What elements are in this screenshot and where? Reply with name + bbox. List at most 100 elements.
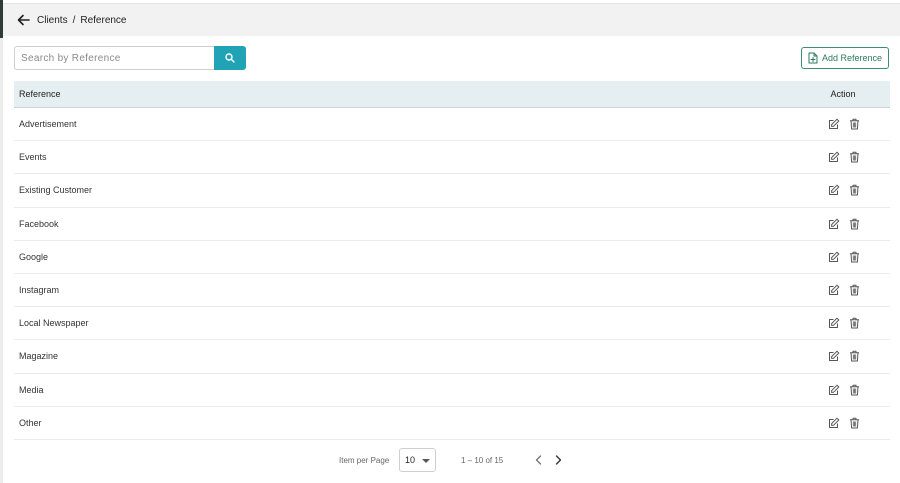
edit-icon (828, 151, 840, 163)
edit-icon (828, 350, 840, 362)
edit-button[interactable] (828, 350, 840, 362)
delete-button[interactable] (848, 350, 860, 362)
edit-button[interactable] (828, 251, 840, 263)
reference-name: Events (19, 152, 47, 163)
edit-button[interactable] (828, 384, 840, 396)
pagination-range: 1 – 10 of 15 (461, 455, 504, 465)
next-page-button[interactable] (552, 452, 564, 468)
breadcrumb-separator: / (72, 14, 76, 26)
delete-button[interactable] (848, 118, 860, 130)
edit-button[interactable] (828, 417, 840, 429)
reference-name: Local Newspaper (19, 318, 89, 329)
row-actions (810, 218, 890, 230)
delete-button[interactable] (848, 417, 860, 429)
trash-icon (849, 151, 860, 163)
row-actions (810, 317, 890, 329)
items-per-page-value: 10 (405, 455, 416, 465)
back-button[interactable] (13, 10, 33, 30)
items-per-page-label: Item per Page (339, 455, 390, 465)
delete-button[interactable] (848, 384, 860, 396)
delete-button[interactable] (848, 317, 860, 329)
reference-name: Media (19, 384, 44, 395)
search-input[interactable] (14, 46, 214, 70)
trash-icon (849, 218, 860, 230)
row-actions (810, 184, 890, 196)
file-plus-icon (808, 52, 818, 64)
edit-icon (828, 184, 840, 196)
edit-button[interactable] (828, 218, 840, 230)
page-header: Clients / Reference (3, 3, 900, 36)
table-row: Events (14, 141, 890, 175)
trash-icon (849, 417, 860, 429)
pagination: Item per Page 10 1 – 10 of 15 (0, 448, 900, 472)
reference-name: Magazine (19, 351, 59, 362)
row-actions (810, 350, 890, 362)
delete-button[interactable] (848, 151, 860, 163)
table-row: Existing Customer (14, 174, 890, 208)
edit-icon (828, 417, 840, 429)
table-header: Reference Action (14, 81, 890, 108)
trash-icon (849, 384, 860, 396)
row-actions (810, 284, 890, 296)
table-row: Local Newspaper (14, 307, 890, 341)
items-per-page-select[interactable]: 10 (399, 448, 436, 472)
edit-button[interactable] (828, 151, 840, 163)
edit-icon (828, 251, 840, 263)
trash-icon (849, 251, 860, 263)
row-actions (810, 151, 890, 163)
breadcrumb: Clients / Reference (37, 15, 127, 26)
table-row: Other (14, 407, 890, 440)
edit-icon (828, 118, 840, 130)
add-reference-button[interactable]: Add Reference (801, 47, 889, 69)
trash-icon (849, 118, 860, 130)
sidebar-strip (0, 38, 3, 483)
edit-button[interactable] (828, 184, 840, 196)
table-row: Magazine (14, 340, 890, 374)
table-row: Instagram (14, 274, 890, 308)
column-header-action: Action (830, 89, 856, 99)
reference-name: Google (19, 251, 49, 262)
table-row: Google (14, 241, 890, 274)
trash-icon (849, 350, 860, 362)
trash-icon (849, 284, 860, 296)
table-body: Advertisement Events Existing Customer Face… (14, 108, 890, 440)
reference-name: Instagram (19, 285, 60, 296)
caret-down-icon (422, 459, 430, 463)
search-icon (225, 53, 235, 63)
row-actions (810, 118, 890, 130)
edit-icon (828, 284, 840, 296)
table-row: Media (14, 374, 890, 407)
row-actions (810, 251, 890, 263)
search-button[interactable] (214, 46, 246, 70)
reference-table: Reference Action Advertisement Events Exis… (14, 81, 890, 440)
table-row: Advertisement (14, 108, 890, 142)
add-reference-label: Add Reference (821, 53, 883, 63)
edit-icon (828, 384, 840, 396)
chevron-right-icon (555, 455, 561, 465)
trash-icon (849, 317, 860, 329)
edit-icon (828, 317, 840, 329)
edit-icon (828, 218, 840, 230)
chevron-left-icon (535, 455, 541, 465)
arrow-left-icon (17, 14, 30, 26)
previous-page-button[interactable] (532, 452, 544, 468)
breadcrumb-current: Reference (80, 14, 127, 26)
row-actions (810, 417, 890, 429)
delete-button[interactable] (848, 218, 860, 230)
delete-button[interactable] (848, 184, 860, 196)
delete-button[interactable] (848, 284, 860, 296)
column-header-reference: Reference (19, 89, 61, 99)
row-actions (810, 384, 890, 396)
edit-button[interactable] (828, 118, 840, 130)
trash-icon (849, 184, 860, 196)
search-bar (14, 46, 246, 70)
reference-name: Existing Customer (19, 185, 93, 196)
reference-name: Advertisement (19, 119, 77, 130)
edit-button[interactable] (828, 284, 840, 296)
delete-button[interactable] (848, 251, 860, 263)
breadcrumb-parent[interactable]: Clients (37, 15, 68, 26)
reference-name: Facebook (19, 218, 59, 229)
reference-name: Other (19, 417, 42, 428)
table-row: Facebook (14, 208, 890, 241)
edit-button[interactable] (828, 317, 840, 329)
